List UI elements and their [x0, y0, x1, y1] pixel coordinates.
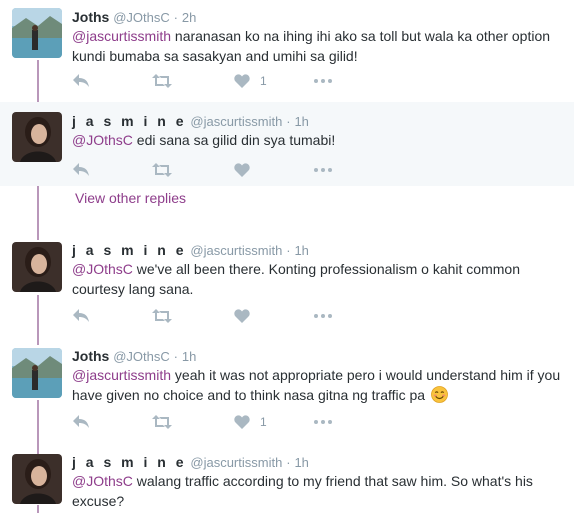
tweet[interactable]: Joths @JOthsC · 1h @jascurtissmith yeah …: [0, 342, 574, 448]
separator: ·: [173, 349, 179, 364]
more-icon: [314, 314, 332, 318]
timestamp[interactable]: 1h: [182, 349, 196, 364]
more-button[interactable]: [314, 71, 332, 91]
like-button[interactable]: 1: [234, 71, 267, 91]
mention-link[interactable]: @JOthsC: [72, 132, 133, 148]
more-button[interactable]: [314, 160, 332, 180]
like-button[interactable]: [234, 306, 260, 326]
separator: ·: [286, 114, 291, 129]
tweet-text: @jascurtissmith naranasan ko na ihing ih…: [72, 26, 566, 66]
timestamp[interactable]: 1h: [294, 455, 308, 470]
tweet[interactable]: Joths @JOthsC · 2h @jascurtissmith naran…: [0, 0, 574, 102]
like-icon: [234, 415, 250, 429]
like-icon: [234, 309, 250, 323]
author-handle[interactable]: @JOthsC: [113, 349, 170, 364]
like-button[interactable]: 1: [234, 412, 267, 432]
view-other-replies-link[interactable]: View other replies: [75, 190, 186, 206]
author-handle[interactable]: @JOthsC: [113, 10, 170, 25]
retweet-icon: [152, 74, 172, 88]
smiling-face-emoji: [431, 386, 448, 403]
author-name[interactable]: j a s m i n e: [72, 242, 186, 258]
avatar-joths[interactable]: [12, 348, 62, 398]
mention-link[interactable]: @jascurtissmith: [72, 367, 171, 383]
timestamp[interactable]: 1h: [294, 243, 308, 258]
more-button[interactable]: [314, 306, 332, 326]
reply-button[interactable]: [72, 412, 90, 432]
more-icon: [314, 168, 332, 172]
separator: ·: [286, 243, 291, 258]
tweet-body: we've all been there. Konting profession…: [72, 261, 520, 297]
reply-icon: [73, 163, 89, 176]
like-button[interactable]: [234, 160, 260, 180]
reply-icon: [73, 415, 89, 428]
reply-icon: [73, 74, 89, 87]
avatar-joths[interactable]: [12, 8, 62, 58]
retweet-button[interactable]: [152, 306, 172, 326]
tweet-text: @JOthsC walang traffic according to my f…: [72, 471, 566, 511]
author-name[interactable]: j a s m i n e: [72, 113, 186, 129]
more-button[interactable]: [314, 412, 332, 432]
retweet-button[interactable]: [152, 71, 172, 91]
tweet[interactable]: j a s m i n e @jascurtissmith · 1h @JOth…: [0, 102, 574, 186]
retweet-button[interactable]: [152, 412, 172, 432]
retweet-button[interactable]: [152, 160, 172, 180]
tweet-text: @JOthsC edi sana sa gilid din sya tumabi…: [72, 130, 566, 150]
like-count: 1: [260, 74, 267, 88]
reply-button[interactable]: [72, 306, 90, 326]
tweet-body: walang traffic according to my friend th…: [72, 473, 533, 509]
author-name[interactable]: Joths: [72, 9, 109, 25]
tweet-header: Joths @JOthsC · 1h: [72, 347, 196, 366]
more-icon: [314, 79, 332, 83]
timestamp[interactable]: 2h: [182, 10, 196, 25]
tweet-header: j a s m i n e @jascurtissmith · 1h: [72, 453, 309, 472]
author-handle[interactable]: @jascurtissmith: [190, 243, 282, 258]
tweet[interactable]: j a s m i n e @jascurtissmith · 1h @JOth…: [0, 236, 574, 342]
reply-button[interactable]: [72, 71, 90, 91]
author-handle[interactable]: @jascurtissmith: [190, 114, 282, 129]
like-icon: [234, 163, 250, 177]
retweet-icon: [152, 309, 172, 323]
author-handle[interactable]: @jascurtissmith: [190, 455, 282, 470]
timestamp[interactable]: 1h: [294, 114, 308, 129]
more-icon: [314, 420, 332, 424]
author-name[interactable]: Joths: [72, 348, 109, 364]
avatar-jasmine[interactable]: [12, 242, 62, 292]
avatar-jasmine[interactable]: [12, 112, 62, 162]
separator: ·: [173, 10, 179, 25]
author-name[interactable]: j a s m i n e: [72, 454, 186, 470]
avatar-jasmine[interactable]: [12, 454, 62, 504]
like-count: 1: [260, 415, 267, 429]
tweet-text: @jascurtissmith yeah it was not appropri…: [72, 365, 566, 405]
like-icon: [234, 74, 250, 88]
reply-icon: [73, 309, 89, 322]
separator: ·: [286, 455, 291, 470]
tweet-body: edi sana sa gilid din sya tumabi!: [132, 132, 336, 148]
tweet-header: j a s m i n e @jascurtissmith · 1h: [72, 241, 309, 260]
mention-link[interactable]: @jascurtissmith: [72, 28, 171, 44]
mention-link[interactable]: @JOthsC: [72, 473, 133, 489]
tweet[interactable]: j a s m i n e @jascurtissmith · 1h @JOth…: [0, 448, 574, 513]
tweet-text: @JOthsC we've all been there. Konting pr…: [72, 259, 566, 299]
mention-link[interactable]: @JOthsC: [72, 261, 133, 277]
retweet-icon: [152, 415, 172, 429]
reply-button[interactable]: [72, 160, 90, 180]
tweet-header: Joths @JOthsC · 2h: [72, 8, 196, 27]
tweet-header: j a s m i n e @jascurtissmith · 1h: [72, 112, 309, 131]
retweet-icon: [152, 163, 172, 177]
